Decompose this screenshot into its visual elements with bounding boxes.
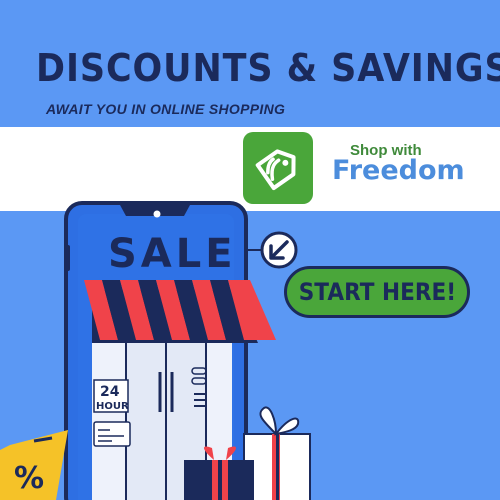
start-here-button[interactable]: START HERE! <box>284 266 470 318</box>
hours-label: HOUR <box>96 401 129 412</box>
arrow-down-left-icon <box>260 231 298 269</box>
card-sign <box>93 421 131 447</box>
sale-sign: SALE <box>108 231 237 277</box>
shop-awning <box>84 280 276 340</box>
percent-symbol: % <box>14 461 44 496</box>
percent-badge: % <box>0 430 68 500</box>
hours-number: 24 <box>100 384 120 400</box>
phone-camera <box>153 210 161 218</box>
start-here-label: START HERE! <box>298 278 456 306</box>
storefront-door-left <box>125 329 167 500</box>
shopping-illustration: SALE 24 HOUR % <box>0 201 311 500</box>
phone-side-button <box>64 245 70 271</box>
